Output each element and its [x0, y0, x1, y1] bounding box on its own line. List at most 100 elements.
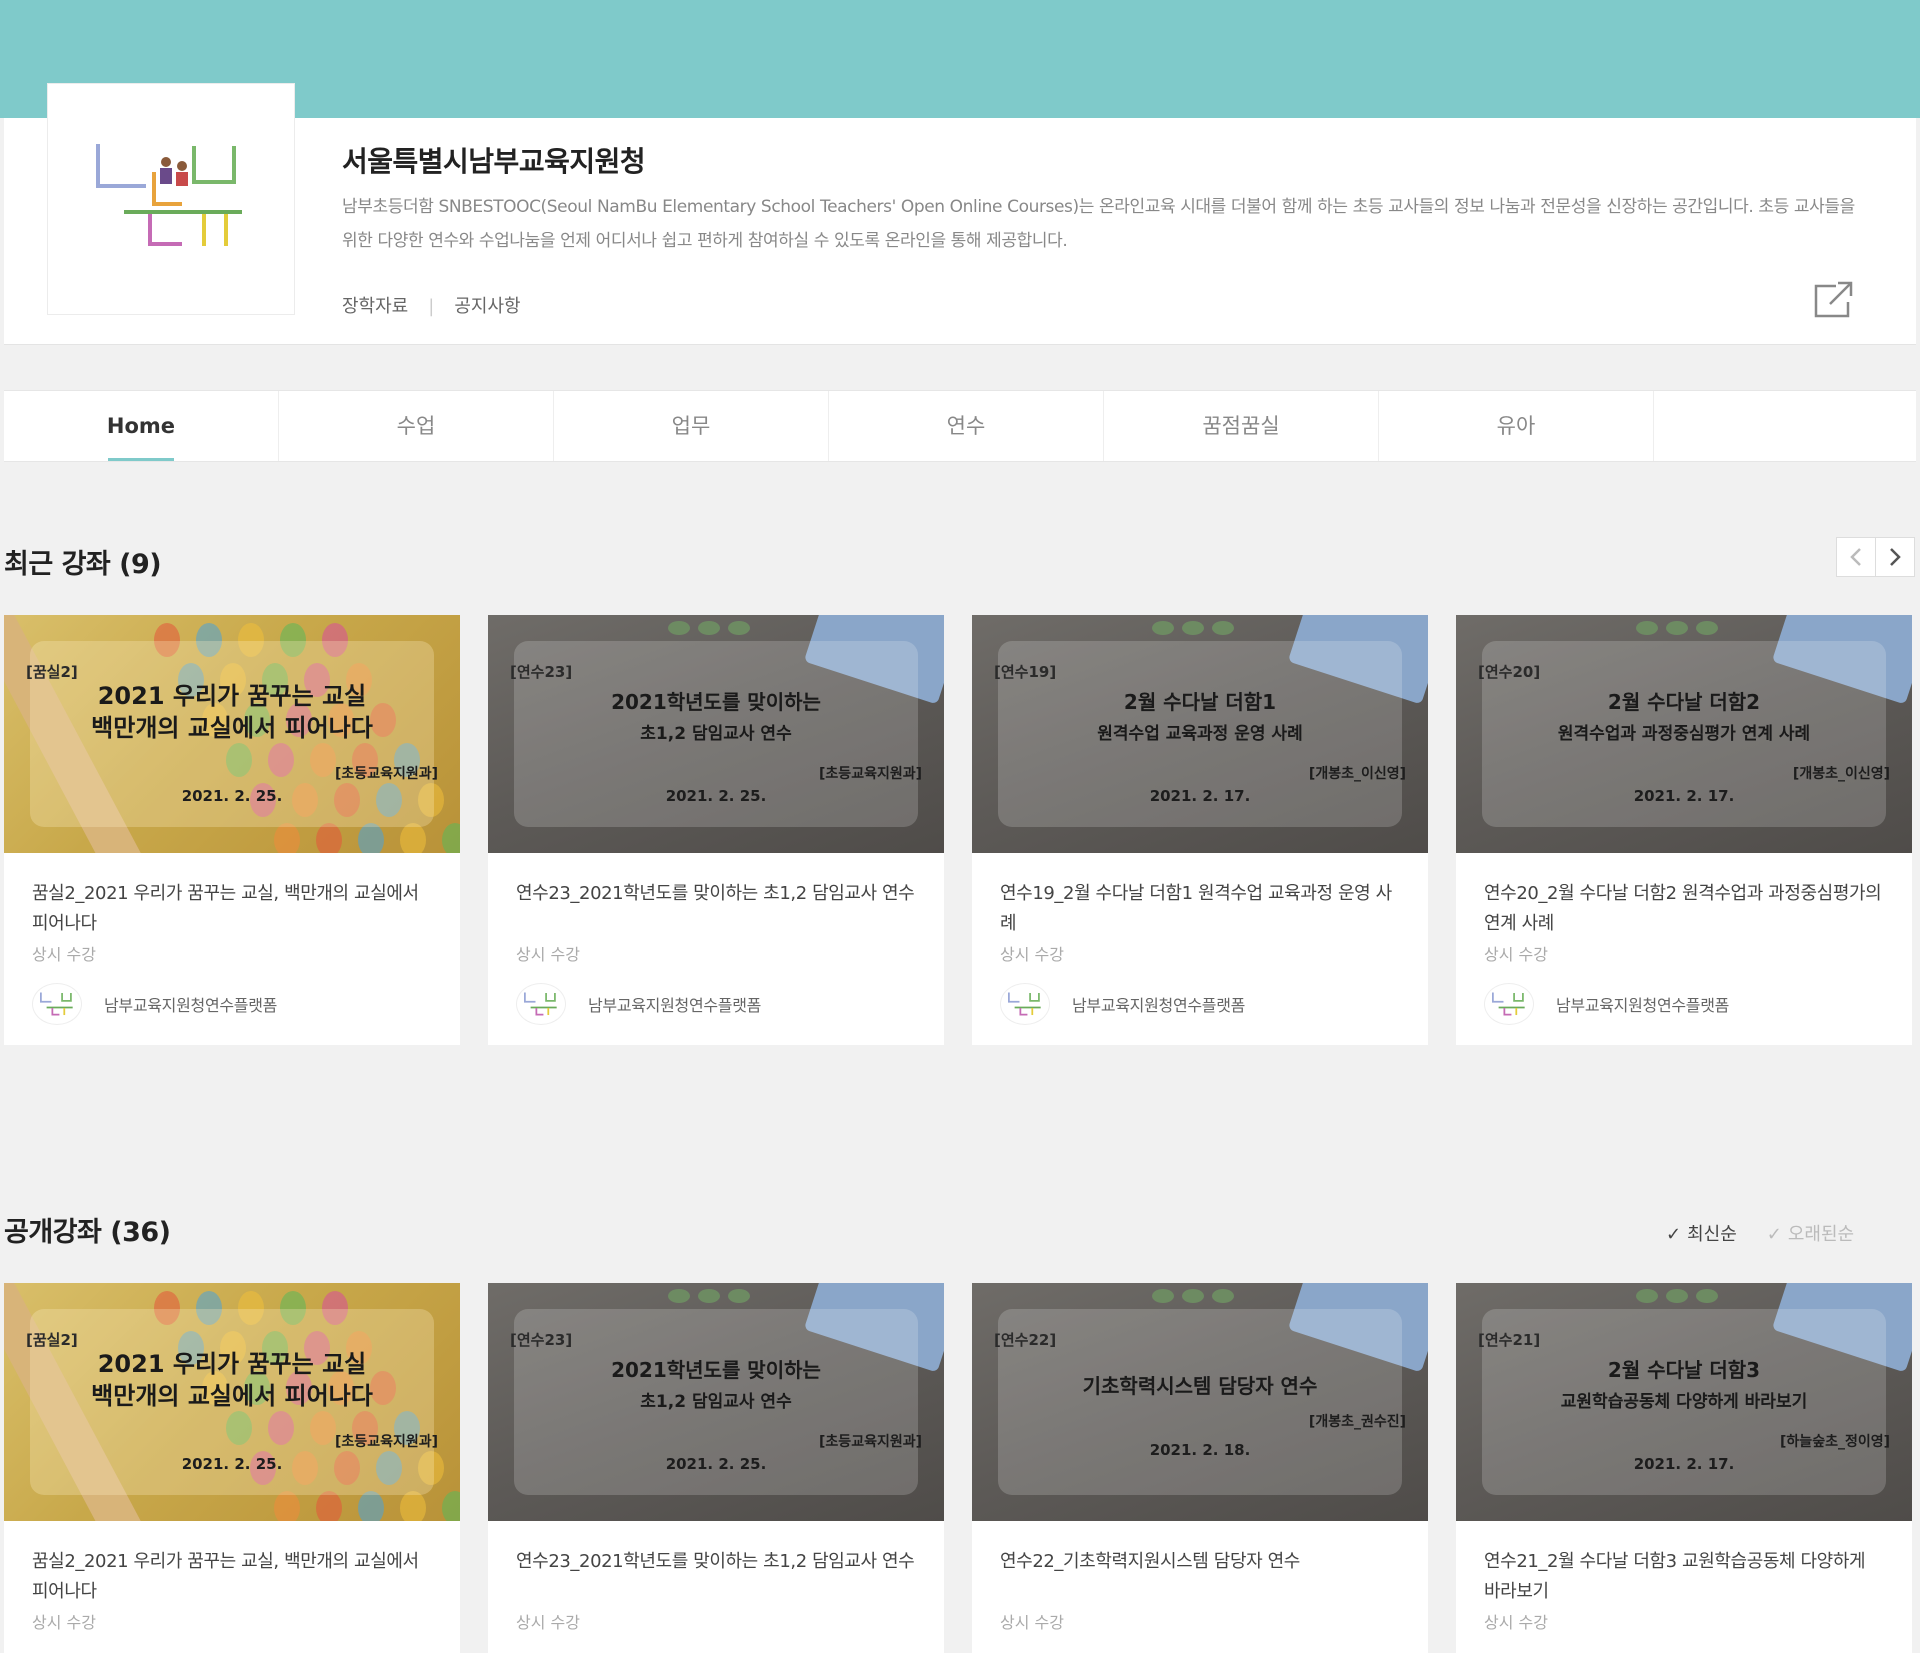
profile-links: 장학자료 | 공지사항 [342, 292, 521, 318]
plant-leaf [728, 1289, 750, 1303]
thumbnail-department: [개봉초_권수진] [1308, 1414, 1406, 1430]
course-status: 상시 수강 [1000, 1613, 1064, 1632]
plant-leaf [1696, 1289, 1718, 1303]
channel-description: 남부초등더함 SNBESTOOC(Seoul NamBu Elementary … [342, 197, 1855, 251]
sort-latest-label: 최신순 [1687, 1224, 1737, 1245]
course-status: 상시 수강 [32, 945, 96, 964]
course-owner[interactable]: 남부교육지원청연수플랫폼 [32, 983, 432, 1025]
course-thumbnail: [연수22] 기초학력시스템 담당자 연수 [개봉초_권수진] 2021. 2. 18… [972, 1283, 1428, 1521]
namboo-logo-icon [96, 144, 242, 246]
thumbnail-title-line: 초1,2 담임교사 연수 [640, 724, 792, 744]
thumbnail-tag: [꿈실2] [26, 1331, 78, 1349]
sort-latest[interactable]: ✓ 최신순 [1666, 1220, 1737, 1246]
thumbnail-title-line: 2021학년도를 맞이하는 [611, 1358, 821, 1382]
course-card-body: 꿈실2_2021 우리가 꿈꾸는 교실, 백만개의 교실에서 피어나다상시 수강… [4, 853, 460, 1045]
course-title[interactable]: 연수20_2월 수다날 더함2 원격수업과 과정중심평가의 연계 사례 [1484, 879, 1884, 939]
course-card-body: 연수23_2021학년도를 맞이하는 초1,2 담임교사 연수상시 수강 [488, 1521, 944, 1653]
course-status: 상시 수강 [1000, 945, 1064, 964]
thumbnail-department: [초등교육지원과] [335, 1434, 438, 1450]
chevron-right-icon [1890, 548, 1901, 566]
tab-home[interactable]: Home [4, 391, 279, 461]
owner-name: 남부교육지원청연수플랫폼 [104, 996, 278, 1015]
course-thumbnail: [꿈실2] 2021 우리가 꿈꾸는 교실 백만개의 교실에서 피어나다 [초등교육지… [4, 615, 460, 853]
thumbnail-title-line: 2021 우리가 꿈꾸는 교실 [97, 1350, 367, 1378]
thumbnail-department: [초등교육지원과] [335, 766, 438, 782]
thumbnail-tag: [연수20] [1478, 663, 1541, 681]
course-card[interactable]: [연수19] 2월 수다날 더함1 원격수업 교육과정 운영 사례 [개봉초_이신영]… [972, 615, 1428, 1045]
plant-leaf [1152, 621, 1174, 635]
link-separator: | [428, 296, 435, 317]
course-status: 상시 수강 [32, 1613, 96, 1632]
thumbnail-title-line: 원격수업과 과정중심평가 연계 사례 [1557, 724, 1811, 744]
public-courses-title: 공개강좌 (36) [4, 1217, 171, 1248]
course-card[interactable]: [연수21] 2월 수다날 더함3 교원학습공동체 다양하게 바라보기 [하늘숲초_정… [1456, 1283, 1912, 1653]
owner-name: 남부교육지원청연수플랫폼 [1556, 996, 1730, 1015]
course-title[interactable]: 연수23_2021학년도를 맞이하는 초1,2 담임교사 연수 [516, 1547, 916, 1607]
course-card[interactable]: [연수22] 기초학력시스템 담당자 연수 [개봉초_권수진] 2021. 2. 18… [972, 1283, 1428, 1653]
course-status: 상시 수강 [1484, 1613, 1548, 1632]
thumbnail-date: 2021. 2. 17. [1633, 1455, 1735, 1473]
thumbnail-tag: [연수23] [510, 1331, 573, 1349]
thumbnail-title-line: 백만개의 교실에서 피어나다 [91, 1382, 373, 1410]
share-button[interactable] [1812, 280, 1856, 320]
tab-dream-class[interactable]: 꿈점꿈실 [1104, 391, 1379, 461]
thumbnail-overlay [998, 1309, 1402, 1495]
thumbnail-tag: [연수19] [994, 663, 1057, 681]
thumbnail-title-line: 2월 수다날 더함2 [1607, 690, 1761, 714]
carousel-pager [1836, 537, 1915, 577]
course-thumbnail: [연수19] 2월 수다날 더함1 원격수업 교육과정 운영 사례 [개봉초_이신영]… [972, 615, 1428, 853]
abacus-bead [274, 1491, 300, 1521]
course-title[interactable]: 연수22_기초학력지원시스템 담당자 연수 [1000, 1547, 1400, 1607]
thumbnail-tag: [꿈실2] [26, 663, 78, 681]
course-thumbnail: [연수23] 2021학년도를 맞이하는 초1,2 담임교사 연수 [초등교육지원과]… [488, 1283, 944, 1521]
tab-training[interactable]: 연수 [829, 391, 1104, 461]
course-title[interactable]: 연수19_2월 수다날 더함1 원격수업 교육과정 운영 사례 [1000, 879, 1400, 939]
course-card-body: 연수19_2월 수다날 더함1 원격수업 교육과정 운영 사례상시 수강남부교육… [972, 853, 1428, 1045]
thumbnail-department: [하늘숲초_정이영] [1780, 1434, 1890, 1450]
category-tabs: Home 수업 업무 연수 꿈점꿈실 유아 [4, 390, 1916, 462]
course-owner[interactable]: 남부교육지원청연수플랫폼 [516, 983, 916, 1025]
course-title[interactable]: 꿈실2_2021 우리가 꿈꾸는 교실, 백만개의 교실에서 피어나다 [32, 1547, 432, 1607]
sort-oldest[interactable]: ✓ 오래된순 [1767, 1220, 1854, 1246]
tab-filler [1654, 391, 1916, 461]
plant-leaf [1212, 621, 1234, 635]
course-card-body: 연수22_기초학력지원시스템 담당자 연수상시 수강 [972, 1521, 1428, 1653]
link-notices[interactable]: 공지사항 [454, 296, 520, 317]
course-title[interactable]: 연수23_2021학년도를 맞이하는 초1,2 담임교사 연수 [516, 879, 916, 939]
abacus-bead [316, 1491, 342, 1521]
course-card-body: 연수20_2월 수다날 더함2 원격수업과 과정중심평가의 연계 사례 상시 수강… [1456, 853, 1912, 1045]
course-card[interactable]: [꿈실2] 2021 우리가 꿈꾸는 교실 백만개의 교실에서 피어나다 [초등교육지… [4, 615, 460, 1045]
thumbnail-title-line: 백만개의 교실에서 피어나다 [91, 714, 373, 742]
check-icon: ✓ [1766, 1224, 1782, 1245]
thumbnail-date: 2021. 2. 25. [181, 1455, 283, 1473]
owner-avatar [1484, 983, 1534, 1025]
owner-name: 남부교육지원청연수플랫폼 [1072, 996, 1246, 1015]
tab-class[interactable]: 수업 [279, 391, 554, 461]
thumbnail-date: 2021. 2. 17. [1633, 787, 1735, 805]
plant-leaf [1152, 1289, 1174, 1303]
plant-leaf [1182, 621, 1204, 635]
carousel-next-button[interactable] [1875, 537, 1915, 577]
channel-logo [48, 84, 294, 314]
plant-leaf [1666, 621, 1688, 635]
tab-work[interactable]: 업무 [554, 391, 829, 461]
thumbnail-title-line: 교원학습공동체 다양하게 바라보기 [1560, 1392, 1808, 1412]
tab-kindergarten[interactable]: 유아 [1379, 391, 1654, 461]
plant-leaf [728, 621, 750, 635]
chevron-left-icon [1850, 548, 1861, 566]
owner-name: 남부교육지원청연수플랫폼 [588, 996, 762, 1015]
course-card[interactable]: [연수23] 2021학년도를 맞이하는 초1,2 담임교사 연수 [초등교육지원과]… [488, 615, 944, 1045]
course-title[interactable]: 꿈실2_2021 우리가 꿈꾸는 교실, 백만개의 교실에서 피어나다 [32, 879, 432, 939]
course-owner[interactable]: 남부교육지원청연수플랫폼 [1000, 983, 1400, 1025]
thumbnail-title-line: 2021학년도를 맞이하는 [611, 690, 821, 714]
course-owner[interactable]: 남부교육지원청연수플랫폼 [1484, 983, 1884, 1025]
course-status: 상시 수강 [516, 1613, 580, 1632]
plant-leaf [698, 621, 720, 635]
course-title[interactable]: 연수21_2월 수다날 더함3 교원학습공동체 다양하게 바라보기 [1484, 1547, 1884, 1607]
link-scholarship-materials[interactable]: 장학자료 [342, 296, 408, 317]
course-card[interactable]: [연수20] 2월 수다날 더함2 원격수업과 과정중심평가 연계 사례 [개봉초_이… [1456, 615, 1912, 1045]
carousel-prev-button[interactable] [1836, 537, 1876, 577]
plant-leaf [668, 1289, 690, 1303]
course-card[interactable]: [꿈실2] 2021 우리가 꿈꾸는 교실백만개의 교실에서 피어나다 [초등교육지… [4, 1283, 460, 1653]
course-card[interactable]: [연수23] 2021학년도를 맞이하는 초1,2 담임교사 연수 [초등교육지원과]… [488, 1283, 944, 1653]
